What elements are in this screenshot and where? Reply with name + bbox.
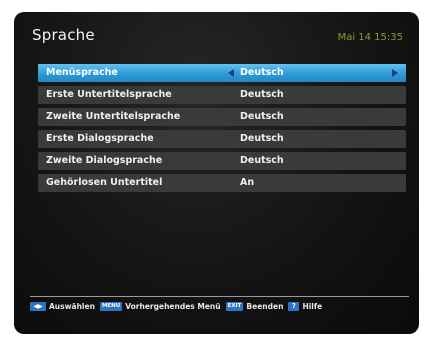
menu-item-label: Gehörlosen Untertitel bbox=[46, 177, 163, 188]
menu-item-menu-language[interactable]: Menüsprache Deutsch bbox=[38, 64, 406, 82]
menu-item-value: Deutsch bbox=[240, 67, 284, 78]
previous-menu-hint-label: Vorhergehendes Menü bbox=[125, 302, 221, 311]
footer-help-bar: ◀▶ Auswählen MENU Vorhergehendes Menü EX… bbox=[30, 302, 327, 311]
menu-item-label: Erste Dialogsprache bbox=[46, 133, 154, 144]
select-hint-label: Auswählen bbox=[49, 302, 95, 311]
menu-item-value: Deutsch bbox=[240, 155, 284, 166]
menu-item-value: Deutsch bbox=[240, 89, 284, 100]
help-hint-label: Hilfe bbox=[302, 302, 323, 311]
menu-item-label: Erste Untertitelsprache bbox=[46, 89, 172, 100]
exit-hint-label: Beenden bbox=[246, 302, 284, 311]
menu-item-second-audio-language[interactable]: Zweite Dialogsprache Deutsch bbox=[38, 152, 406, 170]
menu-item-label: Zweite Untertitelsprache bbox=[46, 111, 181, 122]
help-key-icon: ? bbox=[288, 302, 300, 311]
language-menu: Menüsprache Deutsch Erste Untertitelspra… bbox=[38, 64, 406, 196]
arrow-right-icon[interactable] bbox=[392, 69, 398, 77]
exit-key-icon: EXIT bbox=[225, 302, 244, 311]
menu-item-hearing-impaired-subtitles[interactable]: Gehörlosen Untertitel An bbox=[38, 174, 406, 192]
menu-item-first-subtitle-language[interactable]: Erste Untertitelsprache Deutsch bbox=[38, 86, 406, 104]
tv-screen: Sprache Mai 14 15:35 Menüsprache Deutsch… bbox=[14, 12, 419, 334]
menu-item-value: An bbox=[240, 177, 255, 188]
menu-item-value: Deutsch bbox=[240, 111, 284, 122]
menu-item-label: Zweite Dialogsprache bbox=[46, 155, 163, 166]
menu-item-first-audio-language[interactable]: Erste Dialogsprache Deutsch bbox=[38, 130, 406, 148]
menu-item-value: Deutsch bbox=[240, 133, 284, 144]
menu-item-second-subtitle-language[interactable]: Zweite Untertitelsprache Deutsch bbox=[38, 108, 406, 126]
menu-item-label: Menüsprache bbox=[46, 67, 118, 78]
page-title: Sprache bbox=[32, 26, 95, 44]
menu-key-icon: MENU bbox=[99, 302, 123, 311]
left-right-arrows-icon: ◀▶ bbox=[30, 302, 46, 311]
arrow-left-icon[interactable] bbox=[228, 69, 234, 77]
date-time: Mai 14 15:35 bbox=[337, 32, 403, 43]
footer-divider bbox=[30, 296, 409, 297]
